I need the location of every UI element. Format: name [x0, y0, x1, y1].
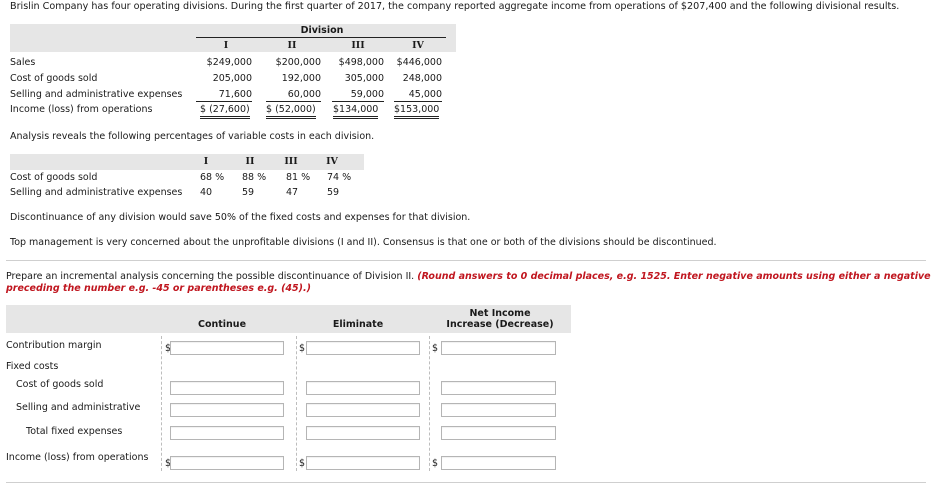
cell-income-i: $ (27,600): [200, 104, 250, 119]
sa-continue-input[interactable]: [170, 403, 284, 417]
row-label-income: Income (loss) from operations: [10, 104, 153, 115]
division-col-ii: II: [287, 40, 297, 51]
var-col-i: I: [203, 156, 209, 167]
cell-sa-iii: 59,000: [332, 89, 384, 102]
column-guide-net: [429, 336, 430, 471]
var-cogs-ii: 88 %: [242, 172, 267, 183]
cell-sa-i: 71,600: [196, 89, 252, 102]
division-header: Division: [300, 25, 344, 36]
bottom-divider: [6, 482, 926, 483]
currency-symbol: $: [432, 343, 439, 354]
section-divider: [6, 260, 926, 261]
var-col-iv: IV: [326, 156, 338, 167]
cell-cogs-ii: 192,000: [281, 73, 321, 84]
var-row-label-cogs: Cost of goods sold: [10, 172, 98, 183]
var-cogs-iii: 81 %: [286, 172, 311, 183]
col-net-income: Net Income: [469, 308, 531, 319]
division-col-iv: IV: [412, 40, 424, 51]
cell-sales-iii: $498,000: [338, 57, 384, 68]
instruction-line2: preceding the number e.g. -45 or parenth…: [6, 283, 311, 294]
row-fixed-costs: Fixed costs: [6, 361, 59, 372]
cm-net-input[interactable]: [441, 341, 556, 355]
instruction-red-note: (Round answers to 0 decimal places, e.g.…: [417, 271, 933, 282]
col-continue: Continue: [197, 319, 247, 330]
tf-continue-input[interactable]: [170, 426, 284, 440]
cell-cogs-iv: 248,000: [402, 73, 442, 84]
var-sa-ii: 59: [242, 187, 255, 198]
cell-income-iv: $153,000: [394, 104, 440, 119]
cell-cogs-i: 205,000: [212, 73, 252, 84]
var-cogs-i: 68 %: [200, 172, 225, 183]
cm-eliminate-input[interactable]: [306, 341, 420, 355]
il-eliminate-input[interactable]: [306, 456, 420, 470]
cell-cogs-iii: 305,000: [344, 73, 384, 84]
cell-sa-iv: 45,000: [394, 89, 442, 102]
sa-net-input[interactable]: [441, 403, 556, 417]
division-header-underline: [196, 37, 446, 38]
row-selling-admin: Selling and administrative: [16, 402, 141, 413]
column-guide-eliminate: [296, 336, 297, 471]
var-sa-iv: 59: [327, 187, 340, 198]
row-total-fixed: Total fixed expenses: [26, 426, 123, 437]
il-continue-input[interactable]: [170, 456, 284, 470]
row-cogs: Cost of goods sold: [16, 379, 104, 390]
var-cogs-iv: 74 %: [327, 172, 352, 183]
currency-symbol: $: [432, 458, 439, 469]
management-text: Top management is very concerned about t…: [10, 237, 717, 248]
sa-eliminate-input[interactable]: [306, 403, 420, 417]
il-net-input[interactable]: [441, 456, 556, 470]
var-sa-iii: 47: [286, 187, 299, 198]
var-sa-i: 40: [200, 187, 213, 198]
cogs-continue-input[interactable]: [170, 381, 284, 395]
row-label-sa: Selling and administrative expenses: [10, 89, 183, 100]
col-net-increase: Increase (Decrease): [446, 319, 554, 330]
instruction-text: Prepare an incremental analysis concerni…: [6, 271, 415, 282]
row-contribution-margin: Contribution margin: [6, 340, 102, 351]
tf-net-input[interactable]: [441, 426, 556, 440]
currency-symbol: $: [299, 458, 306, 469]
cell-sa-ii: 60,000: [266, 89, 321, 102]
row-label-cogs: Cost of goods sold: [10, 73, 98, 84]
cogs-eliminate-input[interactable]: [306, 381, 420, 395]
intro-text: Brislin Company has four operating divis…: [10, 1, 900, 12]
cell-income-ii: $ (52,000): [266, 104, 316, 119]
tf-eliminate-input[interactable]: [306, 426, 420, 440]
variable-header-band: [10, 154, 364, 170]
row-label-sales: Sales: [10, 57, 36, 68]
division-col-iii: III: [351, 40, 365, 51]
var-col-iii: III: [284, 156, 298, 167]
var-col-ii: II: [245, 156, 255, 167]
discontinuance-text: Discontinuance of any division would sav…: [10, 212, 471, 223]
cell-sales-iv: $446,000: [396, 57, 442, 68]
cell-sales-ii: $200,000: [275, 57, 321, 68]
currency-symbol: $: [299, 343, 306, 354]
analysis-text: Analysis reveals the following percentag…: [10, 131, 375, 142]
cogs-net-input[interactable]: [441, 381, 556, 395]
col-eliminate: Eliminate: [332, 319, 384, 330]
cell-income-iii: $134,000: [333, 104, 379, 119]
var-row-label-sa: Selling and administrative expenses: [10, 187, 183, 198]
column-guide-continue: [161, 336, 162, 471]
cell-sales-i: $249,000: [206, 57, 252, 68]
row-income-loss: Income (loss) from operations: [6, 452, 149, 463]
division-col-i: I: [223, 40, 229, 51]
cm-continue-input[interactable]: [170, 341, 284, 355]
instruction-line1: Prepare an incremental analysis concerni…: [6, 271, 933, 282]
